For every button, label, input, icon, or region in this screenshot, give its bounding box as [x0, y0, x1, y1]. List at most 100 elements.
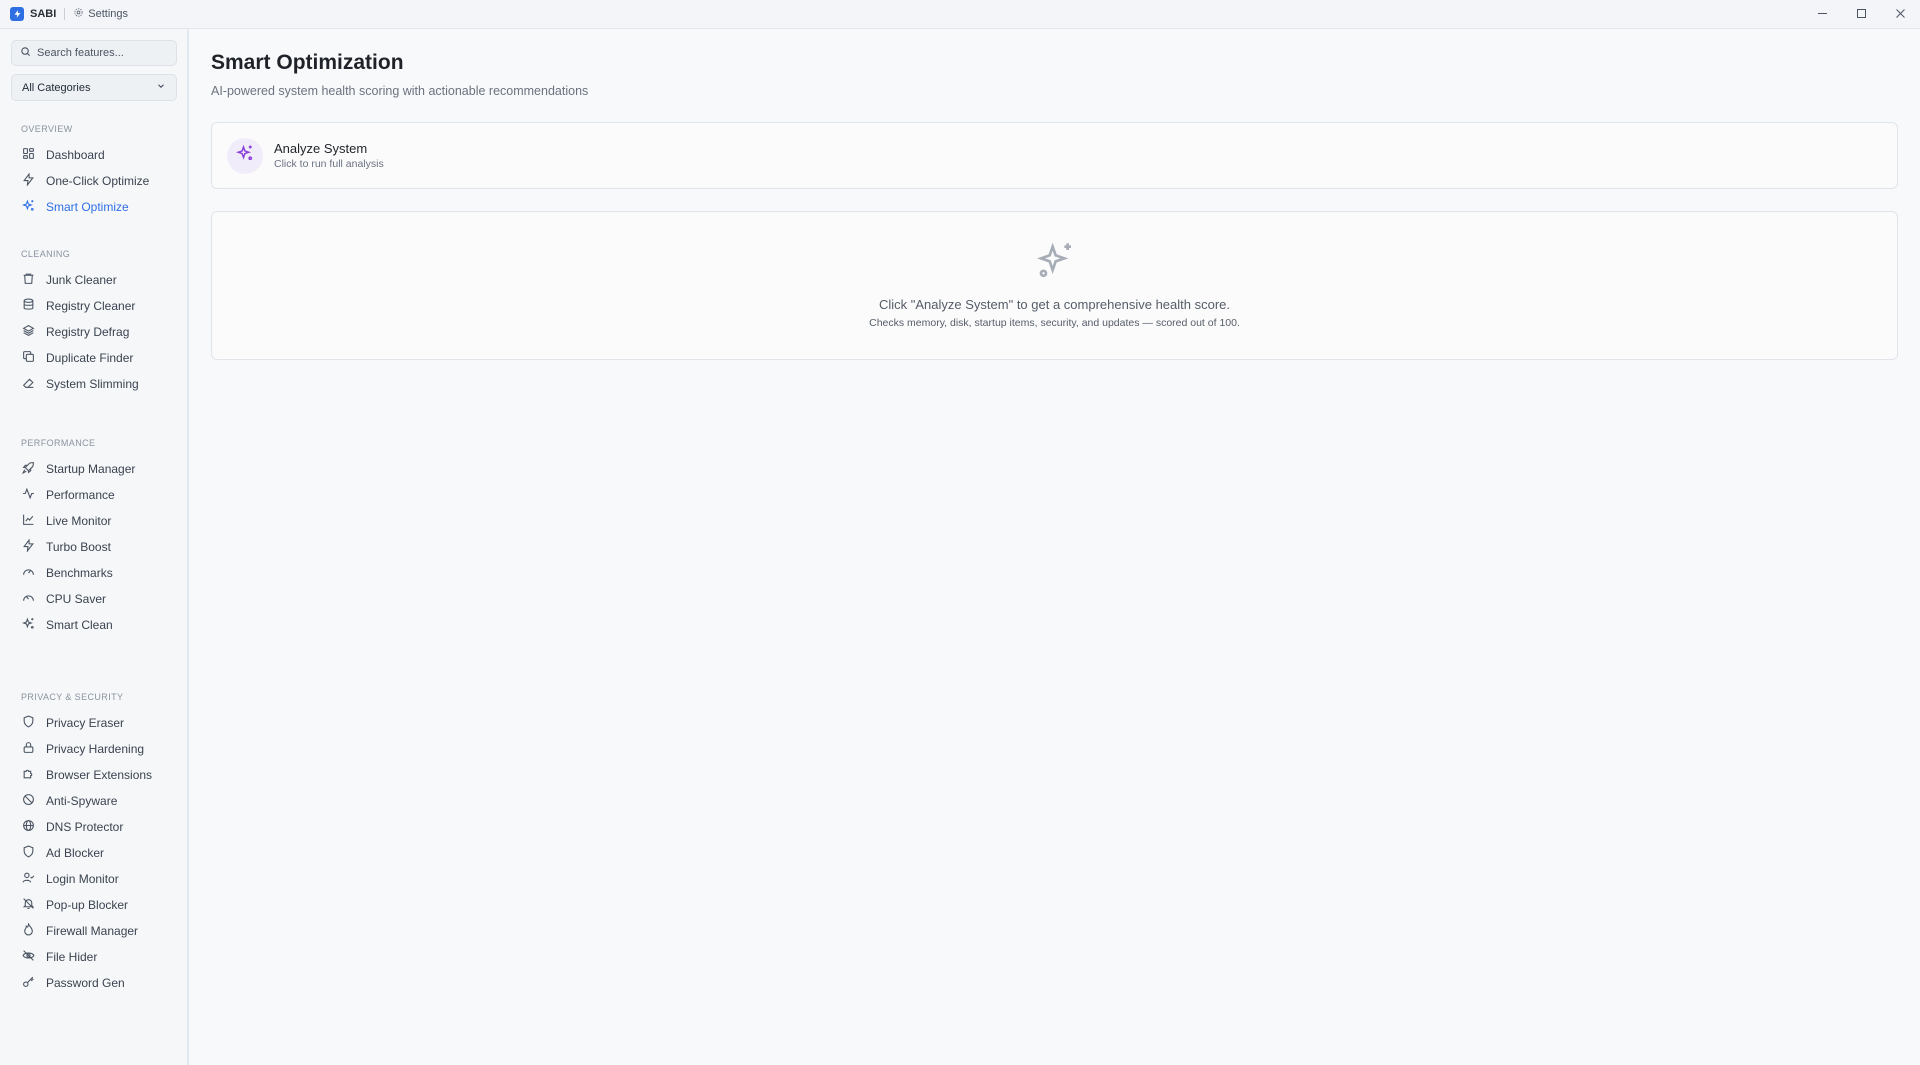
sidebar-item-label: File Hider [46, 950, 98, 964]
search-icon [20, 44, 31, 62]
sidebar-item-label: Privacy Hardening [46, 742, 145, 756]
key-icon [22, 975, 35, 991]
layers-icon [22, 324, 35, 340]
nav-section-privacy-security: PRIVACY & SECURITY [21, 692, 124, 702]
sidebar-item-label: Anti-Spyware [46, 794, 118, 808]
sparkles-icon [1036, 240, 1076, 285]
sidebar-item-label: Ad Blocker [46, 846, 105, 860]
analyze-system-title: Analyze System [274, 141, 368, 156]
minimize-icon [1817, 6, 1828, 24]
sidebar-item-popup-blocker[interactable]: Pop-up Blocker [14, 892, 176, 918]
sidebar-item-label: Turbo Boost [46, 540, 111, 554]
sidebar-item-ad-blocker[interactable]: Ad Blocker [14, 840, 176, 866]
sidebar-item-privacy-eraser[interactable]: Privacy Eraser [14, 710, 176, 736]
sidebar-item-cpu-saver[interactable]: CPU Saver [14, 586, 176, 612]
line-chart-icon [22, 513, 35, 529]
sidebar-item-browser-extensions[interactable]: Browser Extensions [14, 762, 176, 788]
sidebar-item-privacy-hardening[interactable]: Privacy Hardening [14, 736, 176, 762]
user-check-icon [22, 871, 35, 887]
analyze-system-subtitle: Click to run full analysis [274, 158, 384, 170]
sidebar-item-label: Performance [46, 488, 115, 502]
sidebar-item-one-click-optimize[interactable]: One-Click Optimize [14, 168, 176, 194]
title-divider [64, 8, 66, 20]
category-select[interactable]: All Categories [11, 74, 177, 101]
sidebar: All Categories OVERVIEW Dashboard One-Cl… [0, 29, 188, 1065]
sidebar-item-label: One-Click Optimize [46, 174, 150, 188]
sidebar-item-label: Browser Extensions [46, 768, 153, 782]
sidebar-item-performance[interactable]: Performance [14, 482, 176, 508]
gauge-icon [22, 565, 35, 581]
settings-label: Settings [88, 8, 129, 20]
sidebar-item-label: DNS Protector [46, 820, 124, 834]
sidebar-item-file-hider[interactable]: File Hider [14, 944, 176, 970]
sidebar-item-duplicate-finder[interactable]: Duplicate Finder [14, 345, 176, 371]
eraser-icon [22, 376, 35, 392]
sidebar-item-label: Registry Cleaner [46, 299, 136, 313]
sidebar-item-label: Duplicate Finder [46, 351, 134, 365]
title-bar: SABI Settings [0, 0, 1920, 29]
minimize-button[interactable] [1803, 0, 1842, 29]
shield-off-icon [22, 793, 35, 809]
empty-state-detail: Checks memory, disk, startup items, secu… [869, 317, 1240, 329]
analyze-system-button[interactable]: Analyze System Click to run full analysi… [211, 122, 1898, 189]
empty-state-panel: Click "Analyze System" to get a comprehe… [211, 211, 1898, 360]
search-input[interactable] [37, 47, 167, 59]
sidebar-item-dns-protector[interactable]: DNS Protector [14, 814, 176, 840]
sidebar-item-turbo-boost[interactable]: Turbo Boost [14, 534, 176, 560]
sidebar-item-label: Firewall Manager [46, 924, 139, 938]
sidebar-item-label: Smart Optimize [46, 200, 129, 214]
activity-icon [22, 487, 35, 503]
sidebar-item-login-monitor[interactable]: Login Monitor [14, 866, 176, 892]
category-select-value: All Categories [22, 81, 91, 94]
sidebar-item-benchmarks[interactable]: Benchmarks [14, 560, 176, 586]
page-subtitle: AI-powered system health scoring with ac… [211, 84, 589, 98]
sidebar-item-label: Startup Manager [46, 462, 136, 476]
puzzle-icon [22, 767, 35, 783]
sidebar-item-firewall-manager[interactable]: Firewall Manager [14, 918, 176, 944]
sidebar-item-label: Registry Defrag [46, 325, 130, 339]
empty-state-message: Click "Analyze System" to get a comprehe… [879, 297, 1230, 312]
bell-off-icon [22, 897, 35, 913]
window-controls [1803, 0, 1920, 29]
sidebar-item-label: Pop-up Blocker [46, 898, 129, 912]
sidebar-item-label: Benchmarks [46, 566, 113, 580]
sidebar-item-label: CPU Saver [46, 592, 107, 606]
sidebar-item-password-gen[interactable]: Password Gen [14, 970, 176, 996]
sidebar-item-junk-cleaner[interactable]: Junk Cleaner [14, 267, 176, 293]
app-logo-icon [10, 7, 24, 21]
main-content: Smart Optimization AI-powered system hea… [189, 29, 1920, 1065]
maximize-button[interactable] [1842, 0, 1881, 29]
zap-icon [22, 538, 35, 555]
sidebar-item-dashboard[interactable]: Dashboard [14, 142, 176, 168]
chevron-down-icon [156, 81, 166, 94]
sidebar-item-registry-defrag[interactable]: Registry Defrag [14, 319, 176, 345]
gauge-icon [22, 591, 35, 607]
copy-icon [22, 350, 35, 366]
sidebar-item-smart-optimize[interactable]: Smart Optimize [14, 194, 176, 220]
sidebar-item-anti-spyware[interactable]: Anti-Spyware [14, 788, 176, 814]
sidebar-item-live-monitor[interactable]: Live Monitor [14, 508, 176, 534]
sidebar-item-smart-clean[interactable]: Smart Clean [14, 612, 176, 638]
shield-icon [22, 845, 35, 861]
sidebar-item-registry-cleaner[interactable]: Registry Cleaner [14, 293, 176, 319]
analyze-icon-badge [227, 137, 263, 174]
close-button[interactable] [1881, 0, 1920, 29]
nav-section-cleaning: CLEANING [21, 249, 71, 259]
search-field[interactable] [11, 40, 177, 66]
close-icon [1895, 6, 1906, 24]
gear-icon [73, 7, 84, 21]
nav-section-performance: PERFORMANCE [21, 438, 96, 448]
sidebar-item-label: System Slimming [46, 377, 139, 391]
settings-button[interactable]: Settings [73, 7, 128, 21]
sidebar-item-label: Live Monitor [46, 514, 112, 528]
sidebar-item-label: Privacy Eraser [46, 716, 125, 730]
database-icon [22, 298, 35, 314]
sparkles-icon [235, 144, 254, 167]
sparkles-icon [21, 199, 35, 215]
dashboard-icon [22, 147, 35, 163]
sparkles-icon [21, 617, 35, 633]
sidebar-item-startup-manager[interactable]: Startup Manager [14, 456, 176, 482]
sidebar-item-system-slimming[interactable]: System Slimming [14, 371, 176, 397]
flame-icon [22, 922, 35, 939]
nav-section-overview: OVERVIEW [21, 124, 73, 134]
